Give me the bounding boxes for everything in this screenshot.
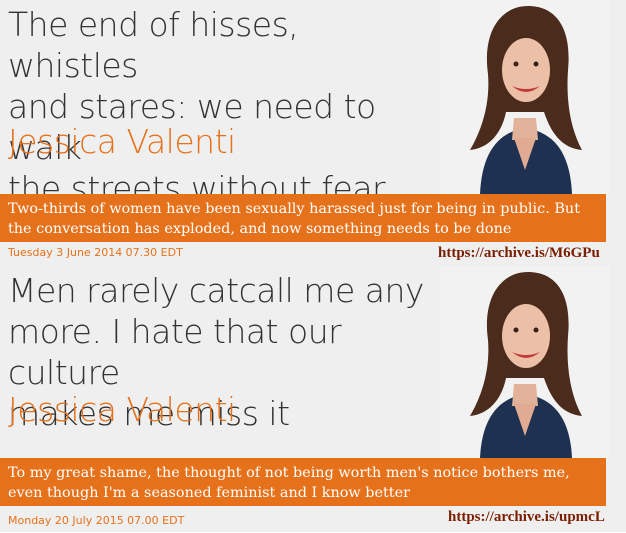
author-byline[interactable]: Jessica Valenti — [8, 122, 236, 161]
archive-link[interactable]: https://archive.is/M6GPu — [438, 245, 600, 262]
publish-date: Tuesday 3 June 2014 07.30 EDT — [8, 246, 183, 259]
archive-link[interactable]: https://archive.is/upmcL — [448, 509, 605, 526]
standfirst: Two-thirds of women have been sexually h… — [0, 194, 606, 242]
article-card-1[interactable]: The end of hisses, whistles and stares: … — [0, 0, 626, 266]
headline-line: more. I hate that our culture — [8, 312, 342, 392]
standfirst: To my great shame, the thought of not be… — [0, 458, 606, 506]
headline-line: The end of hisses, whistles — [8, 5, 299, 85]
article-card-2[interactable]: Men rarely catcall me any more. I hate t… — [0, 266, 626, 532]
author-photo — [440, 266, 610, 460]
author-photo — [440, 0, 610, 194]
headline-line: Men rarely catcall me any — [8, 271, 424, 310]
publish-date: Monday 20 July 2015 07.00 EDT — [8, 514, 185, 527]
author-byline[interactable]: Jessica Valenti — [8, 390, 236, 429]
headline[interactable]: The end of hisses, whistles and stares: … — [8, 4, 428, 209]
